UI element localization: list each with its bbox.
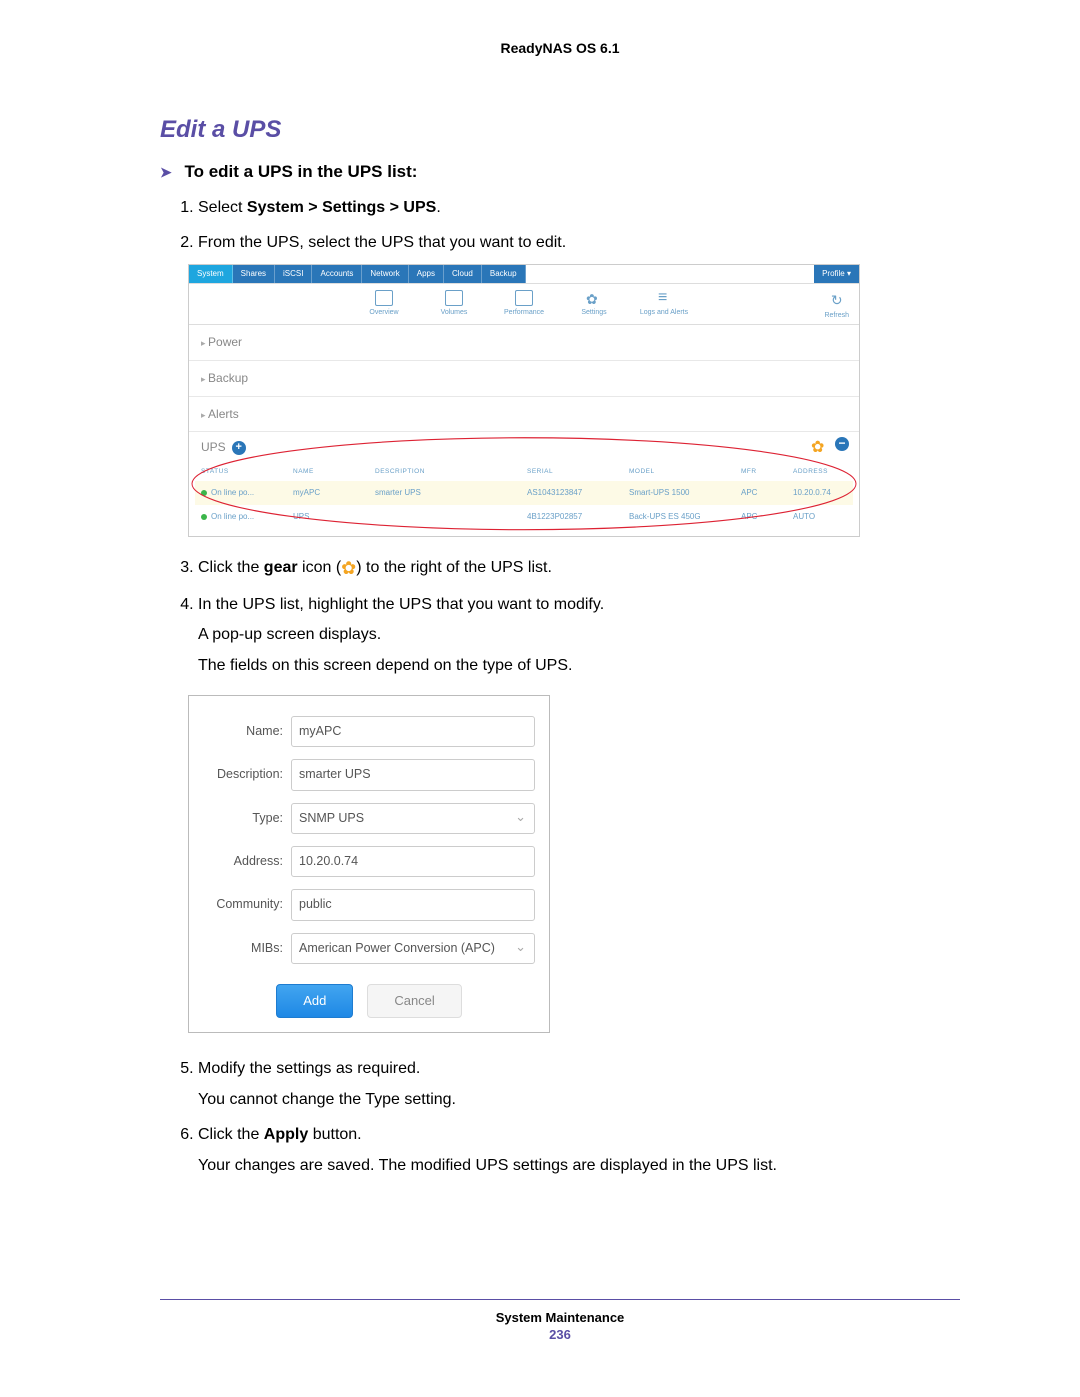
address-field[interactable]: 10.20.0.74	[291, 846, 535, 877]
toolbar-volumes[interactable]: Volumes	[428, 290, 480, 319]
list-icon	[655, 290, 673, 306]
arrow-icon: ➤	[160, 164, 172, 180]
label-description: Description:	[203, 765, 283, 784]
settings-toolbar: Overview Volumes Performance Settings Lo…	[189, 284, 859, 326]
step-4: In the UPS list, highlight the UPS that …	[198, 593, 960, 1034]
label-name: Name:	[203, 722, 283, 741]
performance-icon	[515, 290, 533, 306]
toolbar-settings[interactable]: Settings	[568, 290, 620, 319]
ui-screenshot-ups-list: System Shares iSCSI Accounts Network App…	[188, 264, 860, 537]
instruction-header: ➤ To edit a UPS in the UPS list:	[160, 162, 960, 182]
gear-icon: ✿	[341, 555, 356, 583]
section-backup[interactable]: Backup	[189, 361, 859, 397]
step-2: From the UPS, select the UPS that you wa…	[198, 231, 960, 537]
col-name: NAME	[287, 463, 369, 481]
table-row[interactable]: On line po... myAPC smarter UPS AS104312…	[195, 481, 853, 505]
overview-icon	[375, 290, 393, 306]
tab-apps[interactable]: Apps	[409, 265, 444, 283]
col-serial: SERIAL	[521, 463, 623, 481]
cancel-button[interactable]: Cancel	[367, 984, 461, 1018]
section-power[interactable]: Power	[189, 325, 859, 361]
step-5: Modify the settings as required. You can…	[198, 1057, 960, 1113]
label-community: Community:	[203, 895, 283, 914]
toolbar-logs[interactable]: Logs and Alerts	[638, 290, 690, 319]
community-field[interactable]: public	[291, 889, 535, 920]
status-dot-icon	[201, 490, 207, 496]
col-model: MODEL	[623, 463, 735, 481]
step-6: Click the Apply button. Your changes are…	[198, 1123, 960, 1179]
footer-page-number: 236	[160, 1327, 960, 1342]
table-row[interactable]: On line po... UPS 4B1223P02857 Back-UPS …	[195, 505, 853, 529]
ups-settings-gear-button[interactable]	[811, 436, 827, 452]
mibs-select[interactable]: American Power Conversion (APC)	[291, 933, 535, 964]
col-description: DESCRIPTION	[369, 463, 521, 481]
gear-icon	[585, 290, 603, 306]
toolbar-performance[interactable]: Performance	[498, 290, 550, 319]
tab-accounts[interactable]: Accounts	[312, 265, 362, 283]
footer-chapter: System Maintenance	[160, 1310, 960, 1325]
profile-menu[interactable]: Profile ▾	[814, 265, 859, 283]
name-field[interactable]: myAPC	[291, 716, 535, 747]
tab-backup[interactable]: Backup	[482, 265, 526, 283]
type-select[interactable]: SNMP UPS	[291, 803, 535, 834]
section-title: Edit a UPS	[160, 116, 960, 144]
ups-label: UPS	[201, 438, 226, 457]
label-type: Type:	[203, 809, 283, 828]
add-ups-button[interactable]: +	[232, 441, 246, 455]
tab-shares[interactable]: Shares	[233, 265, 275, 283]
col-status: STATUS	[195, 463, 287, 481]
label-mibs: MIBs:	[203, 939, 283, 958]
step-1: Select System > Settings > UPS.	[198, 196, 960, 221]
description-field[interactable]: smarter UPS	[291, 759, 535, 790]
add-button[interactable]: Add	[276, 984, 353, 1018]
col-mfr: MFR	[735, 463, 787, 481]
top-tab-bar: System Shares iSCSI Accounts Network App…	[189, 265, 859, 284]
volumes-icon	[445, 290, 463, 306]
ups-table: STATUS NAME DESCRIPTION SERIAL MODEL MFR…	[195, 463, 853, 530]
tab-network[interactable]: Network	[362, 265, 408, 283]
tab-iscsi[interactable]: iSCSI	[275, 265, 312, 283]
toolbar-overview[interactable]: Overview	[358, 290, 410, 319]
refresh-icon	[831, 290, 843, 312]
tab-cloud[interactable]: Cloud	[444, 265, 482, 283]
section-ups: UPS + − STATUS NAME DESCRIPTION SERIAL M…	[189, 432, 859, 535]
page-footer: System Maintenance 236	[160, 1299, 960, 1342]
product-header: ReadyNAS OS 6.1	[160, 40, 960, 56]
tab-system[interactable]: System	[189, 265, 233, 283]
label-address: Address:	[203, 852, 283, 871]
edit-ups-dialog: Name: myAPC Description: smarter UPS Typ…	[188, 695, 550, 1033]
toolbar-refresh[interactable]: Refresh	[824, 290, 849, 323]
step-3: Click the gear icon (✿) to the right of …	[198, 555, 960, 583]
instruction-header-text: To edit a UPS in the UPS list:	[184, 162, 417, 181]
section-alerts[interactable]: Alerts	[189, 397, 859, 433]
col-address: ADDRESS	[787, 463, 853, 481]
status-dot-icon	[201, 514, 207, 520]
